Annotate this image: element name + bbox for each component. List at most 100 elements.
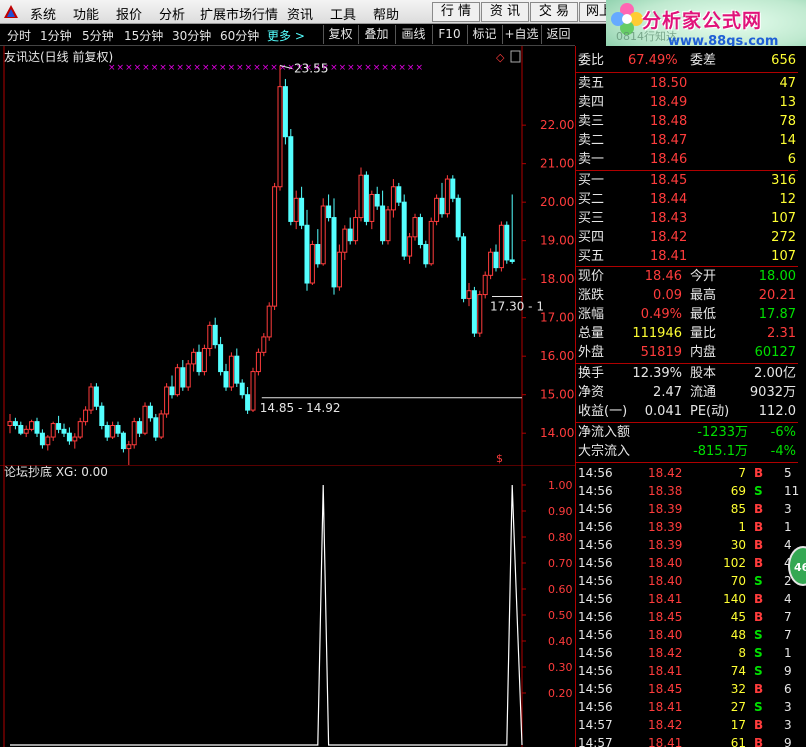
candle-body — [164, 386, 170, 415]
candle-body — [83, 409, 89, 423]
bid-label: 买一 — [578, 173, 605, 188]
period-60min[interactable]: 60分钟 — [220, 27, 259, 44]
tick-side: B — [754, 538, 764, 552]
stat-row: 现价 18.46 今开 18.00 — [576, 267, 798, 286]
candle-body — [110, 424, 116, 438]
stat-label: 最低 — [690, 307, 717, 322]
menu-quote[interactable]: 报价 — [116, 4, 142, 23]
y-tick-label: 0.90 — [548, 505, 573, 518]
ask-price: 18.49 — [650, 95, 688, 110]
bid-label: 买四 — [578, 230, 605, 245]
bid-row: 买一 18.45 316 — [576, 171, 798, 190]
kline-chart[interactable]: 友讯达(日线 前复权) ◇ ××××××××××××××××××××××××××… — [0, 46, 575, 497]
ask-volume: 47 — [779, 76, 796, 91]
candle-body — [504, 224, 510, 261]
menu-analysis[interactable]: 分析 — [159, 4, 185, 23]
kline-title: 友讯达(日线 前复权) — [4, 49, 113, 64]
tick-side: B — [754, 736, 764, 747]
period-5min[interactable]: 5分钟 — [82, 27, 114, 44]
bid-volume: 107 — [771, 249, 796, 264]
tick-count: 4 — [784, 592, 792, 606]
candle-body — [417, 217, 423, 246]
candle-body — [61, 428, 67, 434]
bid-row: 买四 18.42 272 — [576, 228, 798, 247]
period-30min[interactable]: 30分钟 — [172, 27, 211, 44]
y-tick-label: 19.00 — [540, 234, 574, 248]
menu-extended-market[interactable]: 扩展市场行情 — [200, 4, 278, 23]
candle-body — [434, 197, 440, 222]
tick-row: 14:56 18.38 69 S 11 — [576, 482, 799, 500]
tick-count: 4 — [784, 538, 792, 552]
y-tick-label: 0.60 — [548, 583, 573, 596]
tick-price: 18.39 — [648, 520, 683, 534]
period-more[interactable]: 更多 > — [267, 27, 305, 44]
candle-body — [347, 228, 353, 242]
tick-volume: 27 — [730, 700, 746, 714]
period-1min[interactable]: 1分钟 — [40, 27, 72, 44]
bid-volume: 107 — [771, 211, 796, 226]
tick-row: 14:57 18.42 17 B 3 — [576, 716, 798, 734]
quote-tab-button[interactable]: 行 情 — [432, 2, 480, 22]
mark-button[interactable]: 标记 — [467, 25, 501, 44]
tick-price: 18.41 — [648, 664, 683, 678]
menu-help[interactable]: 帮助 — [373, 4, 399, 23]
menu-system[interactable]: 系统 — [30, 4, 56, 23]
f10-button[interactable]: F10 — [432, 25, 466, 44]
candle-body — [385, 209, 391, 242]
kline-panel[interactable]: 友讯达(日线 前复权) ◇ ××××××××××××××××××××××××××… — [0, 46, 575, 497]
y-tick-label: 0.20 — [548, 687, 573, 700]
tick-price: 18.45 — [648, 610, 683, 624]
ask-price: 18.48 — [650, 114, 688, 129]
period-intraday[interactable]: 分时 — [7, 27, 31, 44]
menu-news[interactable]: 资讯 — [287, 4, 313, 23]
tick-side: B — [754, 682, 764, 696]
tick-volume: 85 — [730, 502, 746, 516]
ask-price: 18.46 — [650, 152, 688, 167]
flow-label: 净流入额 — [578, 425, 631, 440]
candle-body — [169, 386, 175, 396]
stat-row: 涨跌 0.09 最高 20.21 — [576, 286, 798, 305]
candle-body — [342, 228, 348, 253]
candle-body — [218, 344, 224, 373]
candle-body — [115, 424, 121, 434]
candle-body — [158, 413, 164, 438]
tick-time: 14:56 — [578, 484, 613, 498]
candle-body — [509, 259, 515, 262]
stat-label: 最高 — [690, 288, 717, 303]
candle-body — [482, 274, 488, 296]
ask-volume: 6 — [787, 152, 796, 167]
news-tab-button[interactable]: 资 讯 — [481, 2, 529, 22]
trade-tab-button[interactable]: 交 易 — [530, 2, 578, 22]
draw-line-button[interactable]: 画线 — [395, 25, 431, 44]
add-watchlist-button[interactable]: +自选 — [502, 25, 540, 44]
tick-count: 3 — [784, 718, 792, 732]
period-15min[interactable]: 15分钟 — [124, 27, 163, 44]
candle-body — [50, 423, 56, 438]
ask-label: 卖三 — [578, 114, 605, 129]
overlay-button[interactable]: 叠加 — [358, 25, 394, 44]
diamond-icon[interactable]: ◇ — [496, 51, 505, 64]
indicator-panel[interactable]: 论坛抄底 XG: 0.00 1.00 0.90 0.80 0.70 0.60 0.50 0.… — [0, 464, 575, 747]
tick-row: 14:56 18.41 74 S 9 — [576, 662, 798, 680]
candle-body — [18, 424, 24, 434]
scroll-marker-icon[interactable]: $ — [496, 452, 503, 465]
back-button[interactable]: 返回 — [541, 25, 575, 44]
tick-volume: 7 — [738, 466, 746, 480]
tick-side: B — [754, 502, 764, 516]
candle-body — [444, 178, 450, 215]
tick-side: B — [754, 556, 764, 570]
indicator-y-axis: 1.00 0.90 0.80 0.70 0.60 0.50 0.40 0.30 0.20 — [522, 479, 573, 700]
candle-body — [29, 421, 35, 430]
menu-function[interactable]: 功能 — [73, 4, 99, 23]
candle-body — [455, 197, 461, 238]
stat-value: 18.46 — [644, 269, 682, 284]
stat-row: 总量 111946 量比 2.31 — [576, 324, 798, 343]
panel-toggle-icon[interactable] — [510, 50, 521, 63]
indicator-chart[interactable]: 论坛抄底 XG: 0.00 1.00 0.90 0.80 0.70 0.60 0.50 0.… — [0, 464, 575, 747]
tick-volume: 69 — [730, 484, 746, 498]
menu-tools[interactable]: 工具 — [330, 4, 356, 23]
stat-value: 0.49% — [640, 307, 682, 322]
tick-count: 3 — [784, 700, 792, 714]
y-tick-label: 18.00 — [540, 272, 574, 286]
adjust-button[interactable]: 复权 — [323, 25, 357, 44]
